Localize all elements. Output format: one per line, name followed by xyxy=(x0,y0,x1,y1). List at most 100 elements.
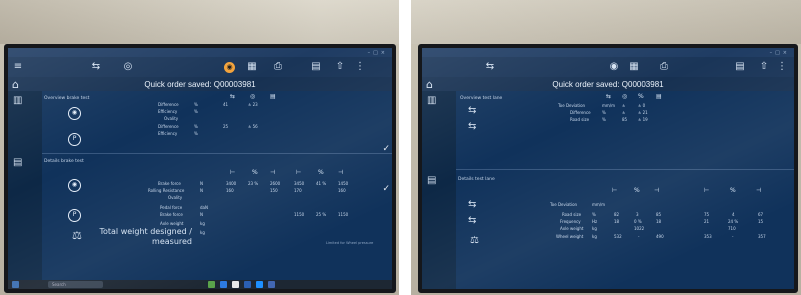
detail-cell: 75 xyxy=(704,212,710,217)
detail-cell: 3400 xyxy=(226,181,237,186)
window-controls[interactable]: –□× xyxy=(368,50,388,56)
col-percent-icon: % xyxy=(730,187,736,194)
detail-cell: 85 xyxy=(656,212,662,217)
col-wheel-icon: ◎ xyxy=(622,93,628,100)
report-icon[interactable]: ▤ xyxy=(732,60,748,74)
detail-row-label: Wheel weight xyxy=(556,234,584,239)
detail-cell: 82 xyxy=(614,212,620,217)
overview-row-tolerance: ± 23 xyxy=(248,102,258,107)
app-icon[interactable] xyxy=(244,281,251,288)
col-percent-icon: % xyxy=(634,187,640,194)
vehicle-icon[interactable]: ⇆ xyxy=(482,60,498,74)
overview-row-unit: mm/m xyxy=(602,103,616,108)
brake-test-icon[interactable]: ◉ xyxy=(606,60,622,74)
weight-icon: ⚖ xyxy=(470,235,479,246)
col-percent-icon: % xyxy=(252,169,258,176)
overview-row-value: ± xyxy=(622,110,626,115)
overview-row-value: ± xyxy=(622,103,626,108)
taskbar-search[interactable]: Search xyxy=(48,281,103,288)
overview-row-label: Ovality xyxy=(164,116,179,121)
overview-row-unit: % xyxy=(194,102,198,107)
detail-row-label: Ovality xyxy=(168,195,183,200)
tire-icon[interactable]: ◎ xyxy=(120,60,136,74)
report-icon[interactable]: ▤ xyxy=(308,60,324,74)
detail-cell: 23 % xyxy=(248,181,259,186)
os-taskbar: Search xyxy=(8,280,392,289)
toe-icon: ⇆ xyxy=(468,199,477,210)
overview-row-label: Efficiency xyxy=(158,131,178,136)
menu-icon[interactable]: ≡ xyxy=(10,60,26,74)
col-list-icon: ▤ xyxy=(656,93,662,100)
detail-row-label: Pedal force xyxy=(160,205,183,210)
overview-row-unit: % xyxy=(194,109,198,114)
detail-cell: 532 xyxy=(614,234,622,239)
col-right-wheel-icon: ⊣ xyxy=(270,169,276,176)
detail-row-label: Brake force xyxy=(158,181,181,186)
parking-brake-icon: P xyxy=(68,133,81,146)
overview-row-value: 85 xyxy=(622,117,628,122)
detail-cell: 18 xyxy=(614,219,620,224)
check-icon[interactable]: ✓ xyxy=(382,144,390,154)
detail-cell: 4 xyxy=(732,212,735,217)
overview-row-label: Toe Deviation xyxy=(558,103,586,108)
detail-cell: 150 xyxy=(270,188,278,193)
detail-row-unit: kg xyxy=(200,221,205,226)
detail-cell: 1450 xyxy=(338,181,349,186)
service-brake-icon: ◉ xyxy=(68,179,81,192)
sidebar: ▥ ▤ xyxy=(422,91,456,289)
settings-icon[interactable]: ⋮ xyxy=(774,60,790,74)
test-lane-icon[interactable]: ▦ xyxy=(244,60,260,74)
total-weight-unit: kg xyxy=(200,230,205,235)
app-icon[interactable] xyxy=(268,281,275,288)
col-axle-icon: ⇆ xyxy=(230,93,236,100)
overview-icon[interactable]: ▥ xyxy=(13,95,22,106)
app-icon[interactable] xyxy=(208,281,215,288)
detail-cell: 3 xyxy=(636,212,639,217)
print-icon[interactable]: ⎙ xyxy=(270,60,286,74)
vehicle-icon[interactable]: ⇆ xyxy=(88,60,104,74)
window-titlebar: –□× xyxy=(422,48,794,57)
weather-icon[interactable] xyxy=(12,281,19,288)
overview-row-tolerance: ± 0 xyxy=(638,103,646,108)
test-lane-icon[interactable]: ▦ xyxy=(626,60,642,74)
detail-row-unit: mm/m xyxy=(592,202,606,207)
detail-cell: 24 % xyxy=(728,219,739,224)
detail-row-unit: N xyxy=(200,212,203,217)
test-lane-panel: ▥ ▤ Overview test lane ⇆ ◎ % ▤ ⇆ ⇆ Toe D… xyxy=(422,91,794,289)
suspension-icon: ⇆ xyxy=(468,215,477,226)
share-icon[interactable]: ⇧ xyxy=(756,60,772,74)
section-divider xyxy=(456,169,794,170)
overview-row-unit: % xyxy=(194,131,198,136)
share-icon[interactable]: ⇧ xyxy=(332,60,348,74)
detail-row-unit: % xyxy=(592,212,596,217)
toolbar: ≡ ⇆ ◎ ◉ ▦ ⎙ ▤ ⇧ ⋮ xyxy=(8,57,392,77)
window-controls[interactable]: –□× xyxy=(770,50,790,56)
detail-row-unit: Hz xyxy=(592,219,598,224)
overview-row-unit: % xyxy=(602,117,606,122)
print-icon[interactable]: ⎙ xyxy=(656,60,672,74)
overview-row-tolerance: ± 21 xyxy=(638,110,648,115)
settings-icon[interactable]: ⋮ xyxy=(352,60,368,74)
brake-test-icon[interactable]: ◉ xyxy=(224,62,235,73)
detail-cell: - xyxy=(638,234,640,239)
app-icon[interactable] xyxy=(232,281,239,288)
overview-row-label: Difference xyxy=(570,110,591,115)
details-icon[interactable]: ▤ xyxy=(13,157,22,168)
details-icon[interactable]: ▤ xyxy=(427,175,436,186)
check-icon[interactable]: ✓ xyxy=(382,184,390,194)
section-divider xyxy=(42,153,392,154)
detail-cell: 170 xyxy=(294,188,302,193)
app-icon[interactable] xyxy=(220,281,227,288)
detail-cell: 25 % xyxy=(316,212,327,217)
col-right-wheel-icon: ⊣ xyxy=(654,187,660,194)
col-right-wheel-icon: ⊣ xyxy=(338,169,344,176)
detail-cell: 67 xyxy=(758,212,764,217)
app-icon[interactable] xyxy=(256,281,263,288)
photo-divider xyxy=(399,0,411,295)
detail-row-label: Toe Deviation xyxy=(550,202,578,207)
col-percent-icon: % xyxy=(638,93,644,100)
col-wheel-icon: ◎ xyxy=(250,93,256,100)
overview-icon[interactable]: ▥ xyxy=(427,95,436,106)
detail-cell: 1150 xyxy=(294,212,305,217)
overview-row-label: Difference xyxy=(158,102,179,107)
